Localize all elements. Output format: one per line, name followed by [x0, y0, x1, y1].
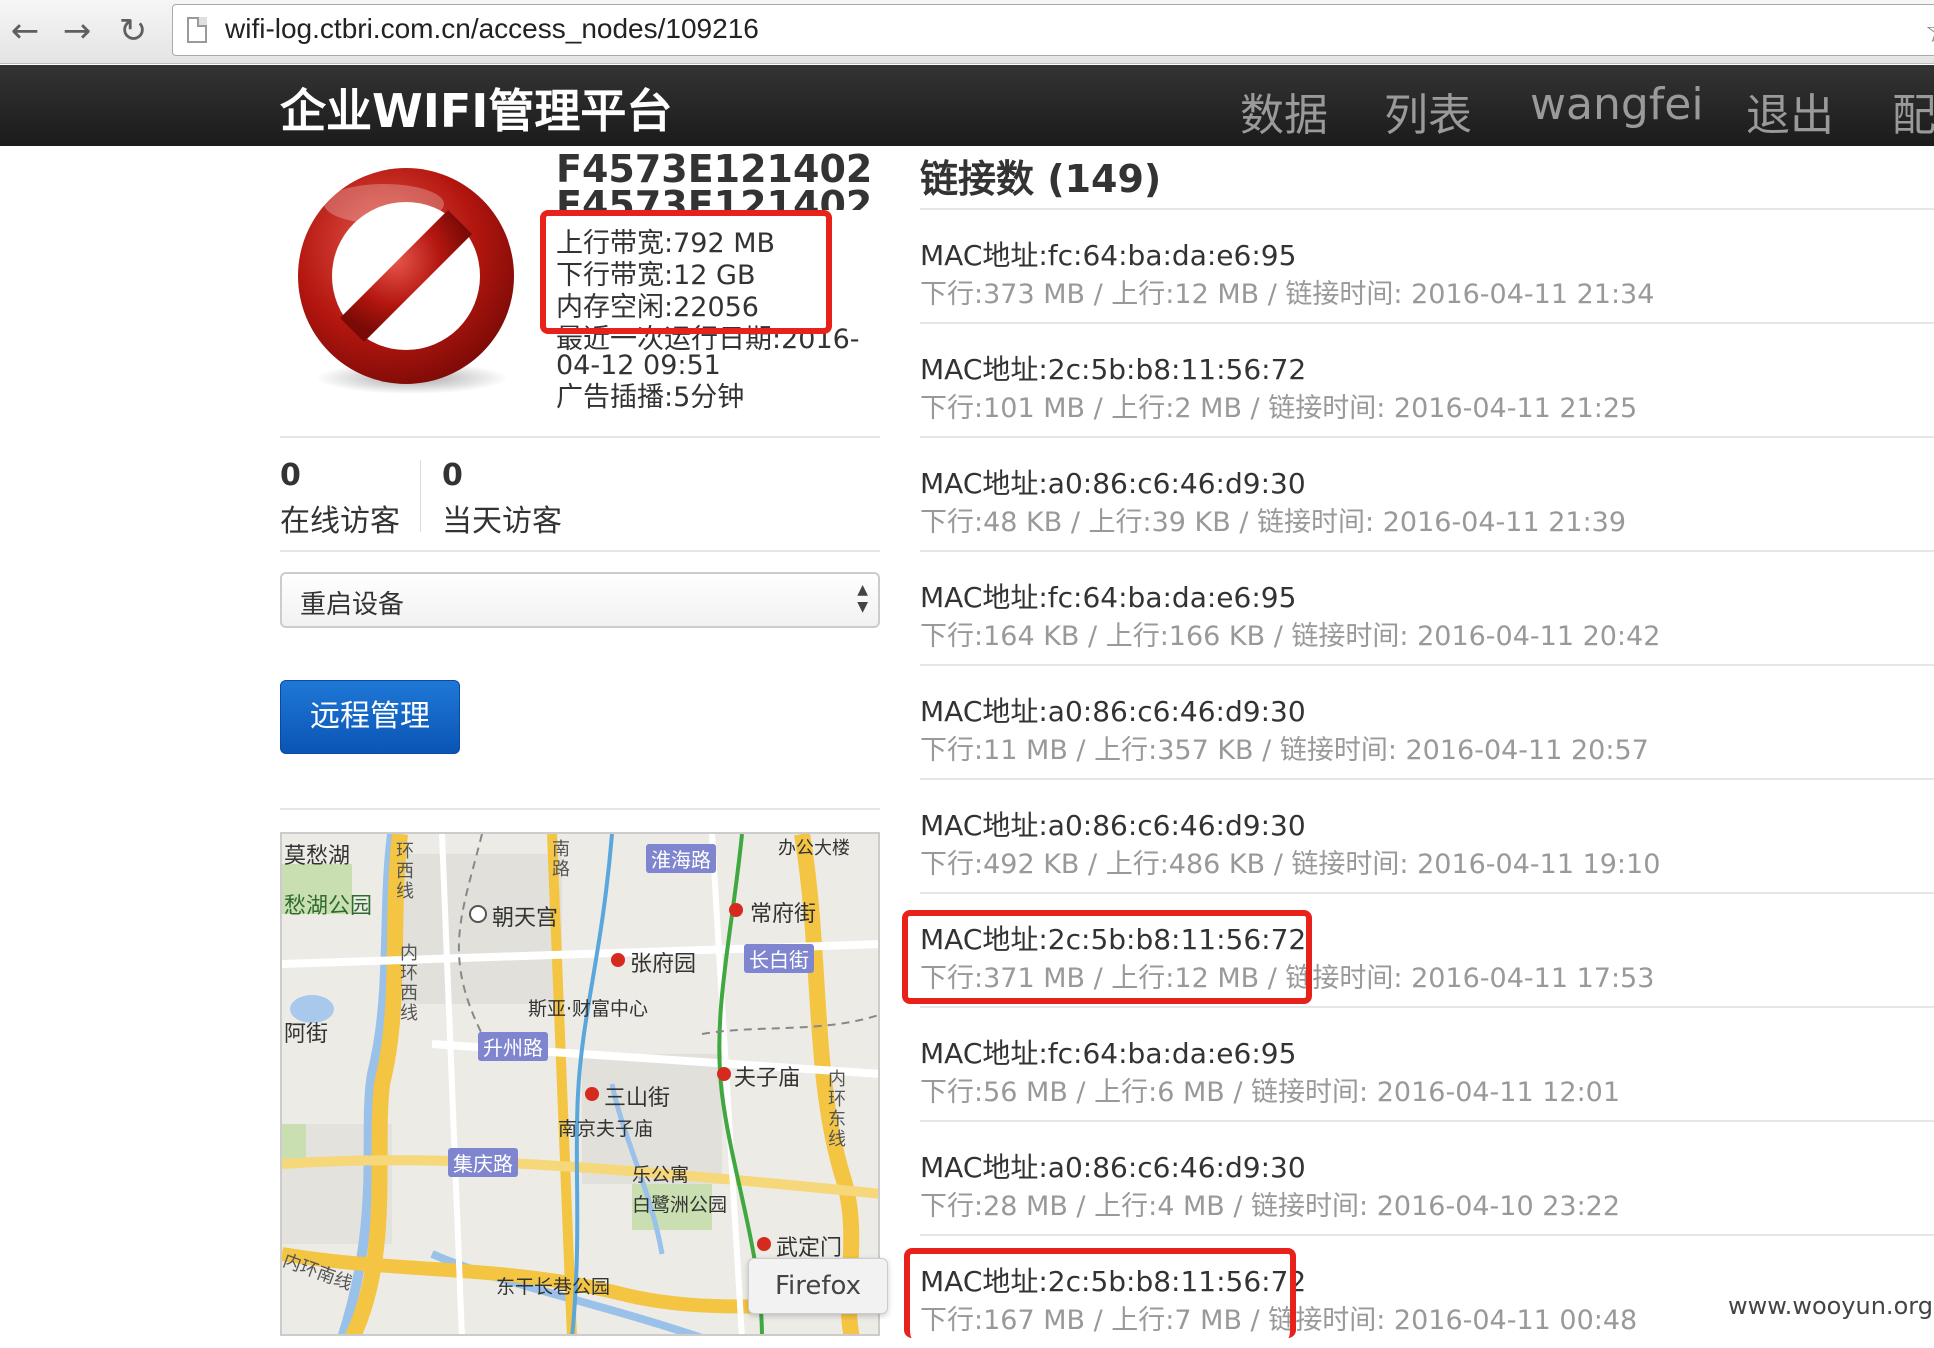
connection-mac: MAC地址:fc:64:ba:da:e6:95: [920, 1037, 1297, 1070]
connection-row: MAC地址:2c:5b:b8:11:56:72 下行:371 MB / 上行:1…: [920, 892, 1934, 1006]
upload-bandwidth: 上行带宽:792 MB: [556, 228, 776, 259]
nav-item-logout[interactable]: 退出: [1746, 79, 1834, 143]
today-visitors-label: 当天访客: [442, 504, 562, 539]
star-icon[interactable]: ☆: [1925, 11, 1934, 51]
road-tag: 长白街: [744, 944, 814, 973]
connection-mac: MAC地址:fc:64:ba:da:e6:95: [920, 581, 1297, 614]
connection-detail: 下行:56 MB / 上行:6 MB / 链接时间: 2016-04-11 12…: [920, 1077, 1621, 1108]
browser-toolbar: ← → ↻ wifi-log.ctbri.com.cn/access_nodes…: [0, 0, 1934, 64]
remote-manage-button[interactable]: 远程管理: [280, 680, 460, 754]
arrow-right-icon[interactable]: →: [54, 8, 100, 54]
connection-detail: 下行:101 MB / 上行:2 MB / 链接时间: 2016-04-11 2…: [920, 393, 1638, 424]
select-value: 重启设备: [300, 590, 405, 620]
last-run-date-time: 04-12 09:51: [556, 350, 721, 381]
select-arrows-icon: ▲ ▼: [857, 582, 868, 615]
connection-detail: 下行:167 MB / 上行:7 MB / 链接时间: 2016-04-11 0…: [920, 1305, 1638, 1336]
divider: [280, 550, 880, 552]
arrow-left-icon[interactable]: ←: [2, 8, 48, 54]
page-icon: [187, 17, 207, 43]
map-label: 白鹭洲公园: [632, 1194, 728, 1216]
map-road-label: 南路: [552, 839, 570, 880]
device-title: F4573E121402: [556, 147, 873, 191]
connection-detail: 下行:373 MB / 上行:12 MB / 链接时间: 2016-04-11 …: [920, 279, 1655, 310]
device-action-select[interactable]: 重启设备 ▲ ▼: [280, 572, 880, 628]
map-label: 愁湖公园: [284, 894, 373, 919]
connections-title: 链接数 (149): [920, 157, 1162, 201]
road-tag: 淮海路: [646, 844, 716, 873]
connection-mac: MAC地址:fc:64:ba:da:e6:95: [920, 239, 1297, 272]
brand-title[interactable]: 企业WIFI管理平台: [280, 75, 672, 141]
reload-icon[interactable]: ↻: [110, 8, 156, 54]
connection-row: MAC地址:2c:5b:b8:11:56:72 下行:101 MB / 上行:2…: [920, 322, 1934, 436]
no-entry-icon: [298, 168, 514, 394]
stats-divider: [420, 460, 421, 532]
connection-row: MAC地址:fc:64:ba:da:e6:95 下行:56 MB / 上行:6 …: [920, 1006, 1934, 1120]
connection-mac: MAC地址:a0:86:c6:46:d9:30: [920, 809, 1306, 842]
connection-row: MAC地址:fc:64:ba:da:e6:95 下行:373 MB / 上行:1…: [920, 208, 1934, 322]
connection-mac: MAC地址:a0:86:c6:46:d9:30: [920, 1151, 1306, 1184]
connection-mac: MAC地址:a0:86:c6:46:d9:30: [920, 695, 1306, 728]
map-label: 东干长巷公园: [496, 1276, 611, 1298]
nav-item-user[interactable]: wangfei: [1530, 79, 1704, 130]
connection-mac: MAC地址:2c:5b:b8:11:56:72: [920, 353, 1307, 386]
map-label: 三山街: [604, 1086, 671, 1111]
device-title-overlap: F4573E121402: [556, 186, 873, 210]
connection-detail: 下行:492 KB / 上行:486 KB / 链接时间: 2016-04-11…: [920, 849, 1661, 880]
connection-detail: 下行:371 MB / 上行:12 MB / 链接时间: 2016-04-11 …: [920, 963, 1655, 994]
road-tag: 集庆路: [448, 1148, 518, 1177]
watermark: www.wooyun.org: [1728, 1292, 1933, 1320]
map-label: 张府园: [630, 952, 697, 977]
free-memory: 内存空闲:22056: [556, 292, 759, 323]
map-road-label: 内环东线: [828, 1069, 846, 1150]
connection-row: MAC地址:a0:86:c6:46:d9:30 下行:48 KB / 上行:39…: [920, 436, 1934, 550]
connection-mac: MAC地址:2c:5b:b8:11:56:72: [920, 1265, 1307, 1298]
connection-row: MAC地址:2c:5b:b8:11:56:72 下行:167 MB / 上行:7…: [920, 1234, 1934, 1348]
map-label: 南京夫子庙: [558, 1118, 654, 1140]
map-label: 办公大楼: [778, 838, 850, 859]
today-visitors-count: 0: [442, 458, 463, 493]
connection-detail: 下行:164 KB / 上行:166 KB / 链接时间: 2016-04-11…: [920, 621, 1661, 652]
nav-item-config[interactable]: 配: [1892, 79, 1934, 143]
connection-detail: 下行:11 MB / 上行:357 KB / 链接时间: 2016-04-11 …: [920, 735, 1649, 766]
address-bar[interactable]: wifi-log.ctbri.com.cn/access_nodes/10921…: [172, 4, 1934, 56]
nav-item-list[interactable]: 列表: [1384, 79, 1472, 143]
connection-row: MAC地址:fc:64:ba:da:e6:95 下行:164 KB / 上行:1…: [920, 550, 1934, 664]
nav-item-data[interactable]: 数据: [1240, 79, 1328, 143]
map-label: 斯亚·财富中心: [528, 998, 649, 1020]
connection-row: MAC地址:a0:86:c6:46:d9:30 下行:28 MB / 上行:4 …: [920, 1120, 1934, 1234]
road-tag: 升州路: [478, 1032, 548, 1061]
url-text[interactable]: wifi-log.ctbri.com.cn/access_nodes/10921…: [225, 13, 759, 45]
download-bandwidth: 下行带宽:12 GB: [556, 260, 756, 291]
connection-mac: MAC地址:a0:86:c6:46:d9:30: [920, 467, 1306, 500]
firefox-tooltip: Firefox: [748, 1258, 888, 1314]
connection-detail: 下行:28 MB / 上行:4 MB / 链接时间: 2016-04-10 23…: [920, 1191, 1621, 1222]
map-label: 夫子庙: [734, 1066, 801, 1091]
map-label: 朝天宫: [492, 906, 559, 931]
online-visitors-count: 0: [280, 458, 301, 493]
map-road-label: 内环西线: [400, 943, 418, 1024]
map-road-label: 环西线: [396, 841, 414, 902]
top-navbar: 企业WIFI管理平台 数据 列表 wangfei 退出 配: [0, 65, 1934, 146]
map-label: 莫愁湖: [284, 844, 351, 869]
connection-mac: MAC地址:2c:5b:b8:11:56:72: [920, 923, 1307, 956]
ad-interval: 广告插播:5分钟: [556, 382, 745, 413]
map-label: 乐公寓: [632, 1164, 690, 1186]
map-label: 阿街: [284, 1022, 329, 1047]
map-label: 常府街: [750, 902, 817, 927]
connection-detail: 下行:48 KB / 上行:39 KB / 链接时间: 2016-04-11 2…: [920, 507, 1627, 538]
divider: [280, 436, 880, 438]
online-visitors-label: 在线访客: [280, 504, 400, 539]
connection-row: MAC地址:a0:86:c6:46:d9:30 下行:492 KB / 上行:4…: [920, 778, 1934, 892]
connection-row: MAC地址:a0:86:c6:46:d9:30 下行:11 MB / 上行:35…: [920, 664, 1934, 778]
divider: [280, 808, 880, 810]
